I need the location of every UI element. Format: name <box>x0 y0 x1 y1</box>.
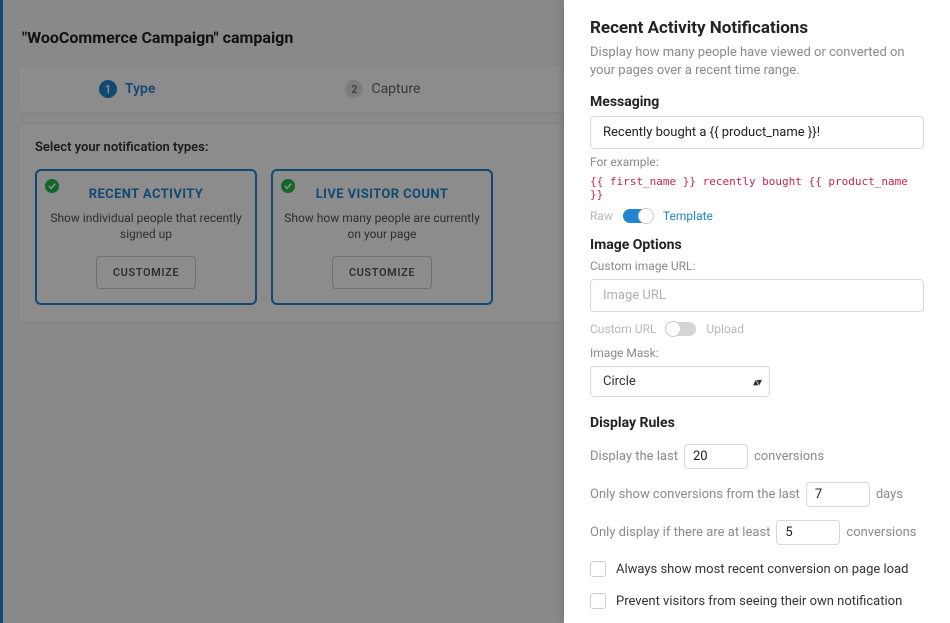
checkbox[interactable] <box>590 561 606 577</box>
image-source-toggle-row: Custom URL Upload <box>590 322 924 336</box>
image-url-label: Custom image URL: <box>590 259 924 273</box>
image-source-toggle[interactable] <box>666 322 696 336</box>
image-url-input[interactable] <box>590 279 924 312</box>
check-always-show-recent[interactable]: Always show most recent conversion on pa… <box>590 561 924 577</box>
rule-min-conversions: Only display if there are at least conve… <box>590 520 924 545</box>
example-code: {{ first_name }} recently bought {{ prod… <box>590 175 924 201</box>
checkbox[interactable] <box>590 593 606 609</box>
image-options-heading: Image Options <box>590 237 924 253</box>
messaging-mode-toggle[interactable] <box>623 209 653 223</box>
display-last-input[interactable] <box>684 444 748 469</box>
display-rules-heading: Display Rules <box>590 415 924 431</box>
panel-description: Display how many people have viewed or c… <box>590 44 924 80</box>
messaging-mode-toggle-row: Raw Template <box>590 209 924 223</box>
from-last-days-input[interactable] <box>806 482 870 507</box>
min-conversions-input[interactable] <box>776 520 840 545</box>
panel-title: Recent Activity Notifications <box>590 18 924 38</box>
messaging-input[interactable] <box>590 116 924 149</box>
image-mask-select[interactable]: Circle <box>590 366 770 397</box>
upload-label: Upload <box>706 322 744 336</box>
raw-label: Raw <box>590 209 613 223</box>
template-label: Template <box>663 209 713 223</box>
checkbox-label: Prevent visitors from seeing their own n… <box>616 594 902 609</box>
messaging-heading: Messaging <box>590 94 924 110</box>
checkbox-label: Always show most recent conversion on pa… <box>616 562 908 577</box>
rule-display-last: Display the last conversions <box>590 444 924 469</box>
rule-conversions-from-last: Only show conversions from the last days <box>590 482 924 507</box>
custom-url-label: Custom URL <box>590 322 656 336</box>
image-mask-label: Image Mask: <box>590 346 924 360</box>
example-label: For example: <box>590 155 924 169</box>
check-prevent-own-notification[interactable]: Prevent visitors from seeing their own n… <box>590 593 924 609</box>
side-panel: Recent Activity Notifications Display ho… <box>564 0 950 623</box>
